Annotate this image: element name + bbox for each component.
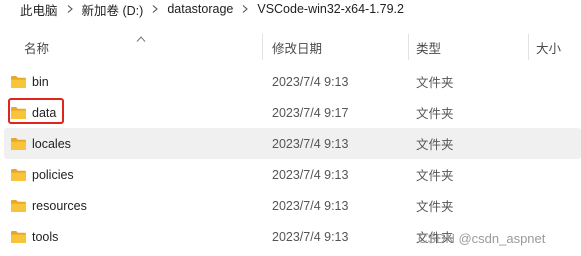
breadcrumb-drive-d[interactable]: 新加卷 (D:) xyxy=(80,0,146,19)
file-date-modified: 2023/7/4 9:13 xyxy=(272,167,349,182)
folder-icon xyxy=(10,75,27,89)
column-header-size[interactable]: 大小 xyxy=(536,30,581,64)
chevron-right-icon[interactable] xyxy=(63,2,77,16)
file-name-cell: tools xyxy=(10,221,260,252)
file-date-modified: 2023/7/4 9:13 xyxy=(272,74,349,89)
breadcrumb-vscode-folder[interactable]: VSCode-win32-x64-1.79.2 xyxy=(255,2,406,16)
file-name: locales xyxy=(32,136,71,151)
file-date-modified: 2023/7/4 9:13 xyxy=(272,198,349,213)
file-name: data xyxy=(32,105,57,120)
folder-icon xyxy=(10,230,27,244)
column-header-date-modified[interactable]: 修改日期 xyxy=(272,30,400,64)
file-name-cell: bin xyxy=(10,66,260,97)
file-type: 文件夹 xyxy=(416,138,454,152)
watermark: CSDN @csdn_aspnet xyxy=(418,230,546,246)
list-item[interactable]: resources 2023/7/4 9:13 文件夹 xyxy=(0,190,581,221)
file-name: policies xyxy=(32,167,74,182)
column-header: 名称 修改日期 类型 大小 xyxy=(0,30,581,64)
file-name: resources xyxy=(32,198,87,213)
breadcrumb-datastorage[interactable]: datastorage xyxy=(165,2,235,16)
file-type: 文件夹 xyxy=(416,169,454,183)
list-item[interactable]: data 2023/7/4 9:17 文件夹 xyxy=(0,97,581,128)
chevron-right-icon[interactable] xyxy=(238,2,252,16)
list-item[interactable]: locales 2023/7/4 9:13 文件夹 xyxy=(0,128,581,159)
file-name-cell: resources xyxy=(10,190,260,221)
chevron-right-icon[interactable] xyxy=(148,2,162,16)
folder-icon xyxy=(10,199,27,213)
file-date-modified: 2023/7/4 9:13 xyxy=(272,229,349,244)
breadcrumb: 此电脑 新加卷 (D:) datastorage VSCode-win32-x6… xyxy=(0,0,581,18)
file-date-modified: 2023/7/4 9:13 xyxy=(272,136,349,151)
folder-icon xyxy=(10,168,27,182)
file-date-modified: 2023/7/4 9:17 xyxy=(272,105,349,120)
file-name-cell: locales xyxy=(10,128,260,159)
breadcrumb-this-pc[interactable]: 此电脑 xyxy=(18,0,60,19)
list-item[interactable]: bin 2023/7/4 9:13 文件夹 xyxy=(0,66,581,97)
folder-icon xyxy=(10,106,27,120)
file-name-cell: data xyxy=(10,97,260,128)
file-name: bin xyxy=(32,74,49,89)
column-header-name[interactable]: 名称 xyxy=(24,30,254,64)
file-name: tools xyxy=(32,229,59,244)
column-header-type[interactable]: 类型 xyxy=(416,30,516,64)
file-type: 文件夹 xyxy=(416,107,454,121)
list-item[interactable]: policies 2023/7/4 9:13 文件夹 xyxy=(0,159,581,190)
file-type: 文件夹 xyxy=(416,200,454,214)
column-divider[interactable] xyxy=(528,34,529,60)
file-name-cell: policies xyxy=(10,159,260,190)
column-divider[interactable] xyxy=(408,34,409,60)
file-type: 文件夹 xyxy=(416,76,454,90)
column-divider[interactable] xyxy=(262,34,263,60)
folder-icon xyxy=(10,137,27,151)
